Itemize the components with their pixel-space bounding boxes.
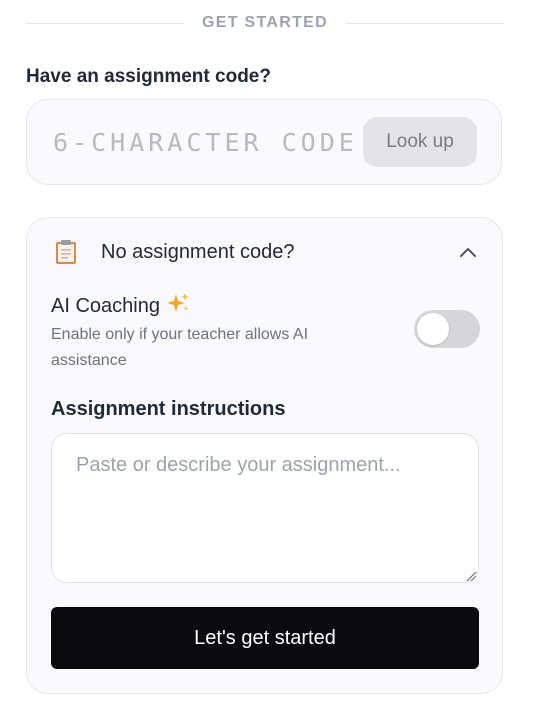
chevron-up-icon[interactable] <box>456 240 480 264</box>
lookup-button[interactable]: Look up <box>363 117 477 167</box>
assignment-code-label: Have an assignment code? <box>26 66 271 87</box>
clipboard-icon <box>55 239 77 265</box>
card-header[interactable]: No assignment code? <box>55 238 480 266</box>
divider-line-left <box>26 22 184 24</box>
toggle-knob <box>417 313 449 345</box>
ai-coaching-description: Enable only if your teacher allows AI as… <box>51 326 309 369</box>
get-started-button[interactable]: Let's get started <box>51 607 479 669</box>
instructions-label: Assignment instructions <box>51 398 286 420</box>
card-title: No assignment code? <box>101 240 295 263</box>
divider-line-right <box>346 22 505 24</box>
ai-coaching-title-wrap: AI Coaching <box>51 292 190 320</box>
resize-handle-icon[interactable] <box>465 569 477 582</box>
sparkles-icon <box>166 292 190 320</box>
ai-coaching-row: AI Coaching Enable only if your teacher … <box>51 290 480 370</box>
divider-heading: GET STARTED <box>202 14 329 31</box>
ai-coaching-toggle[interactable] <box>414 310 480 348</box>
section-divider: GET STARTED <box>26 10 505 36</box>
assignment-code-box: Look up <box>26 99 502 185</box>
get-started-panel: GET STARTED Have an assignment code? Loo… <box>0 0 535 721</box>
instructions-textarea[interactable] <box>51 433 479 583</box>
ai-coaching-title: AI Coaching <box>51 294 160 317</box>
no-code-card: No assignment code? AI Coaching Enable o… <box>26 217 503 694</box>
assignment-code-input[interactable] <box>51 126 355 158</box>
